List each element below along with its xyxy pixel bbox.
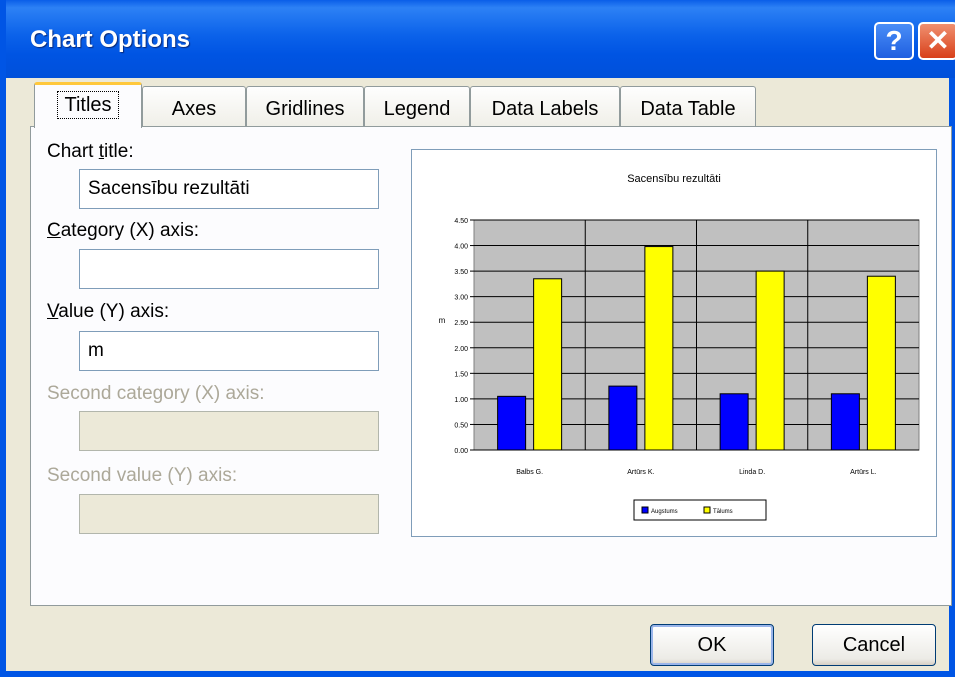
y-tick-label: 3.00 xyxy=(454,295,468,302)
category-x-axis-input[interactable] xyxy=(79,249,379,289)
chart-title: Sacensību rezultāti xyxy=(627,173,721,185)
x-tick-label: Balbs G. xyxy=(516,469,543,476)
tab-legend[interactable]: Legend xyxy=(364,86,470,126)
value-y-axis-label: Value (Y) axis: xyxy=(47,301,170,322)
y-tick-label: 0.00 xyxy=(454,448,468,455)
x-tick-label: Linda D. xyxy=(739,469,765,476)
second-value-y-axis-input xyxy=(79,494,379,534)
y-axis-label: m xyxy=(439,316,446,325)
y-tick-label: 4.00 xyxy=(454,244,468,251)
second-category-x-axis-label: Second category (X) axis: xyxy=(47,383,265,404)
legend-swatch-tālums xyxy=(703,506,711,514)
y-tick-label: 1.00 xyxy=(454,397,468,404)
chart-svg: Sacensību rezultāti 0.00 0.50 1.00 1.50 2.00 2… xyxy=(439,173,920,521)
bar-augstums xyxy=(830,393,860,451)
bar-augstums xyxy=(497,395,527,451)
cancel-button[interactable]: Cancel xyxy=(812,624,936,666)
bar-tālums xyxy=(755,270,785,451)
chart-options-dialog: Chart Options ? ✕ Titles Axes Gridlines … xyxy=(0,0,955,677)
tab-gridlines[interactable]: Gridlines xyxy=(246,86,364,126)
second-value-y-axis-label: Second value (Y) axis: xyxy=(47,465,238,486)
y-tick-label: 2.00 xyxy=(454,346,468,353)
chart-preview: Sacensību rezultāti 0.00 0.50 1.00 1.50 2.00 2… xyxy=(411,149,937,537)
x-tick-label: Artūrs K. xyxy=(627,469,654,476)
y-tick-label: 0.50 xyxy=(454,422,468,429)
bar-augstums xyxy=(608,385,638,451)
chart-title-label: Chart title: xyxy=(47,141,134,162)
legend-label-augstums: Augstums xyxy=(651,509,678,515)
x-tick-label: Artūrs L. xyxy=(850,469,877,476)
tab-titles[interactable]: Titles xyxy=(34,82,142,128)
y-tick-label: 4.50 xyxy=(454,218,468,225)
category-x-axis-label: Category (X) axis: xyxy=(47,220,200,241)
bar-augstums xyxy=(719,393,749,451)
tab-data-table[interactable]: Data Table xyxy=(620,86,756,126)
y-tick-label: 2.50 xyxy=(454,320,468,327)
bar-tālums xyxy=(866,275,896,451)
y-tick-label: 3.50 xyxy=(454,269,468,276)
bar-tālums xyxy=(533,278,563,451)
y-tick-label: 1.50 xyxy=(454,371,468,378)
ok-button[interactable]: OK xyxy=(650,624,774,666)
close-button[interactable]: ✕ xyxy=(918,22,955,60)
tab-titles-label: Titles xyxy=(57,91,119,119)
tab-data-labels[interactable]: Data Labels xyxy=(470,86,620,126)
legend-label-tālums: Tālums xyxy=(713,509,733,515)
tab-axes[interactable]: Axes xyxy=(142,86,246,126)
titles-panel: Chart title: Sacensību rezultāti Categor… xyxy=(30,126,952,606)
second-category-x-axis-input xyxy=(79,411,379,451)
title-bar[interactable]: Chart Options ? ✕ xyxy=(6,0,955,78)
window-title: Chart Options xyxy=(30,26,190,53)
help-button[interactable]: ? xyxy=(874,22,914,60)
value-y-axis-input[interactable]: m xyxy=(79,331,379,371)
legend-swatch-augstums xyxy=(641,506,649,514)
chart-title-input[interactable]: Sacensību rezultāti xyxy=(79,169,379,209)
bar-tālums xyxy=(644,246,674,451)
